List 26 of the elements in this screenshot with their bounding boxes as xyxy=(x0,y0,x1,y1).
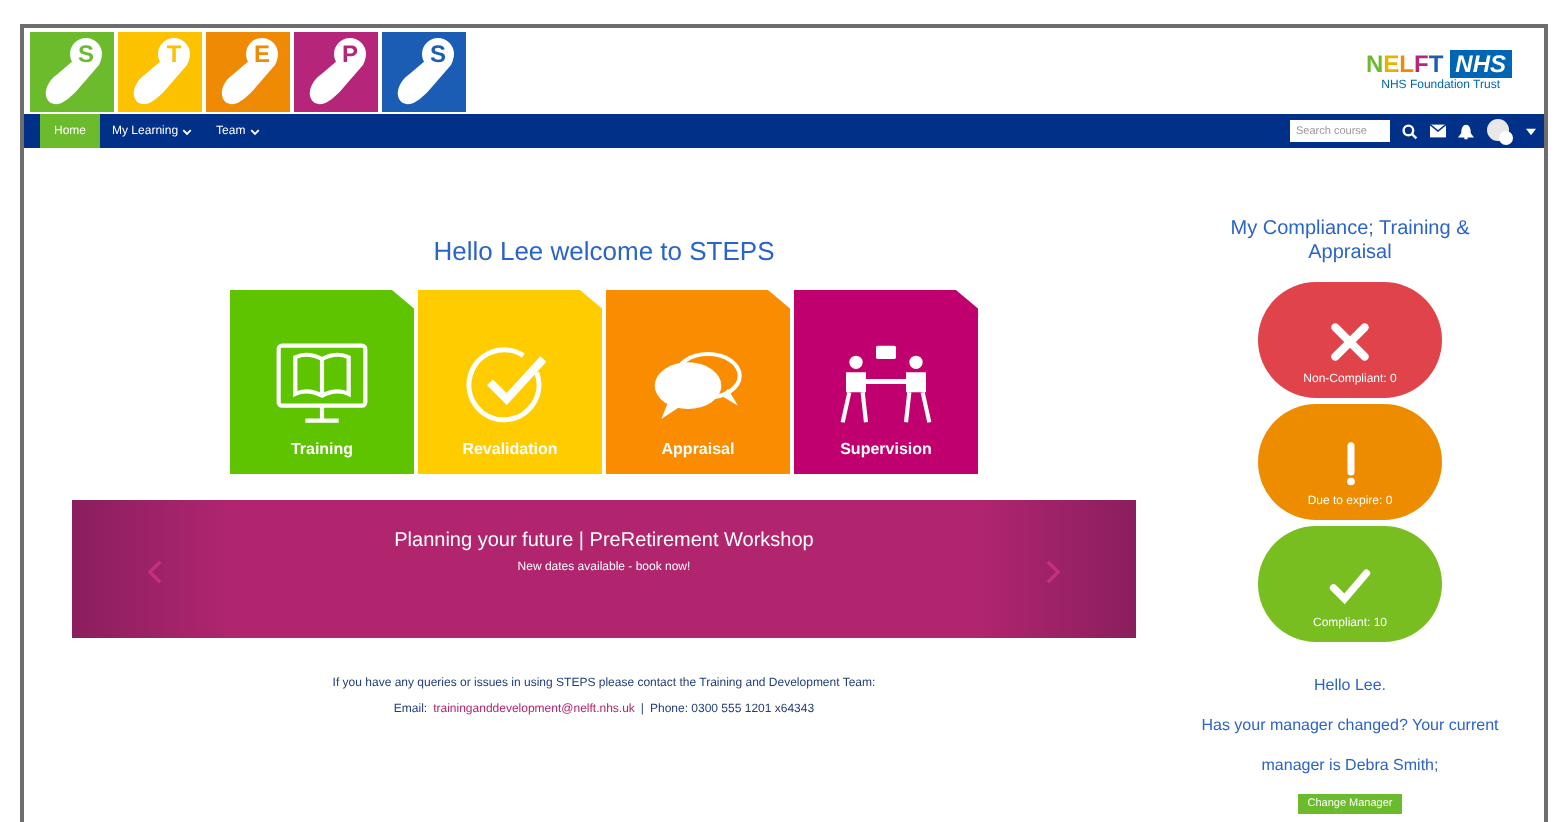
exclamation-icon xyxy=(1343,442,1357,486)
caret-icon xyxy=(182,127,193,135)
cross-icon xyxy=(1328,320,1372,364)
caret-icon[interactable] xyxy=(1526,127,1536,135)
search-button[interactable] xyxy=(1402,123,1418,139)
carousel-title: Planning your future | PreRetirement Workshop xyxy=(394,530,814,552)
checkmark-icon xyxy=(1328,564,1372,608)
logo-letter: S xyxy=(422,37,454,69)
org-name: NELFT xyxy=(1365,50,1444,78)
envelope-icon[interactable] xyxy=(1430,124,1446,138)
compliance-title: My Compliance; Training & Appraisal xyxy=(1228,218,1472,266)
monitor-book-icon xyxy=(272,340,372,428)
category-tile[interactable]: Appraisal xyxy=(606,290,790,474)
category-tile[interactable]: Training xyxy=(230,290,414,474)
logo-letter: S xyxy=(70,37,102,69)
bell-icon[interactable] xyxy=(1458,123,1474,139)
avatar-icon[interactable] xyxy=(1486,117,1514,145)
nhs-badge: NHS xyxy=(1449,50,1512,78)
manager-text: Has your manager changed? Your current manager is Debra Smith; xyxy=(1200,714,1500,778)
meeting-people-icon xyxy=(836,340,936,428)
caret-icon xyxy=(249,127,260,135)
logo-letter: T xyxy=(158,37,190,69)
category-tile[interactable]: Revalidation xyxy=(418,290,602,474)
hello-text: Hello Lee. xyxy=(1313,676,1387,694)
category-tile[interactable]: Supervision xyxy=(794,290,978,474)
welcome-heading: Hello Lee welcome to STEPS xyxy=(433,236,775,266)
